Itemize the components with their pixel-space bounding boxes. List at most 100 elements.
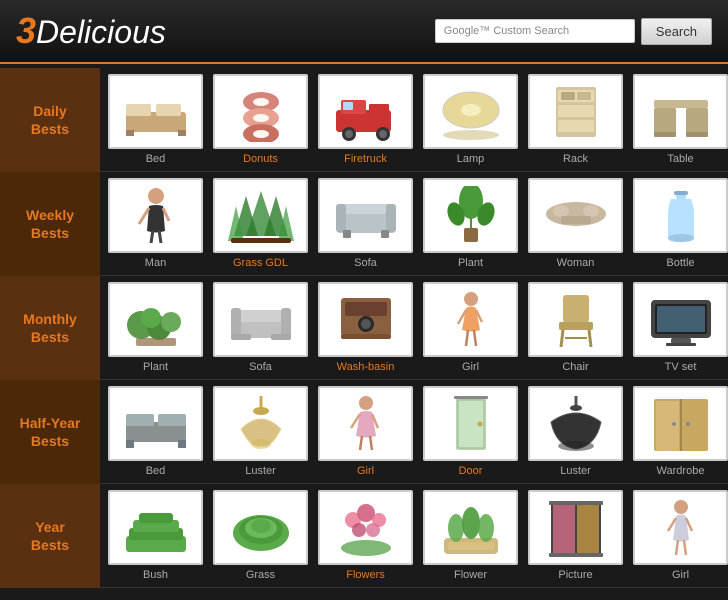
item-thumbnail xyxy=(108,178,203,253)
item-label: Wash-basin xyxy=(337,361,395,373)
item-thumbnail xyxy=(633,386,728,461)
logo-three: 3 xyxy=(16,10,36,51)
item-label: Grass GDL xyxy=(233,257,288,269)
list-item[interactable]: Grass xyxy=(209,490,312,581)
item-label: Grass xyxy=(246,569,275,581)
list-item[interactable]: Wardrobe xyxy=(629,386,728,477)
item-thumbnail xyxy=(108,74,203,149)
item-thumbnail xyxy=(633,178,728,253)
item-thumbnail xyxy=(423,282,518,357)
item-label: Bush xyxy=(143,569,168,581)
list-item[interactable]: Plant xyxy=(104,282,207,373)
item-label: Flower xyxy=(454,569,487,581)
item-thumbnail xyxy=(633,282,728,357)
item-label: Door xyxy=(459,465,483,477)
list-item[interactable]: Man xyxy=(104,178,207,269)
sidebar-item-monthly-bests[interactable]: MonthlyBests xyxy=(0,276,100,380)
list-item[interactable]: Sofa xyxy=(314,178,417,269)
item-thumbnail xyxy=(108,386,203,461)
sidebar-item-weekly-bests-label: WeeklyBests xyxy=(26,206,74,242)
list-item[interactable]: Door xyxy=(419,386,522,477)
item-thumbnail xyxy=(108,490,203,565)
item-label: Wardrobe xyxy=(657,465,705,477)
list-item[interactable]: Luster xyxy=(209,386,312,477)
list-item[interactable]: Wash-basin xyxy=(314,282,417,373)
list-item[interactable]: Girl xyxy=(629,490,728,581)
logo-text: Delicious xyxy=(36,14,166,50)
item-label: Luster xyxy=(560,465,591,477)
grid-row-weekly: Man Grass GDL xyxy=(100,172,728,276)
list-item[interactable]: Flower xyxy=(419,490,522,581)
item-thumbnail xyxy=(213,490,308,565)
list-item[interactable]: Bottle xyxy=(629,178,728,269)
list-item[interactable]: Grass GDL xyxy=(209,178,312,269)
list-item[interactable]: Girl xyxy=(314,386,417,477)
item-label: Man xyxy=(145,257,166,269)
search-input-wrapper: Google™ Custom Search xyxy=(435,19,635,43)
list-item[interactable]: Flowers xyxy=(314,490,417,581)
item-label: Bed xyxy=(146,465,166,477)
sidebar-item-daily-bests[interactable]: DailyBests xyxy=(0,68,100,172)
list-item[interactable]: Sofa xyxy=(209,282,312,373)
item-label: Sofa xyxy=(354,257,377,269)
item-thumbnail xyxy=(423,490,518,565)
item-label: Woman xyxy=(557,257,595,269)
item-thumbnail xyxy=(213,178,308,253)
item-label: Bottle xyxy=(666,257,694,269)
list-item[interactable]: Bed xyxy=(104,74,207,165)
list-item[interactable]: Girl xyxy=(419,282,522,373)
item-thumbnail xyxy=(213,282,308,357)
sidebar-item-weekly-bests[interactable]: WeeklyBests xyxy=(0,172,100,276)
item-label: Table xyxy=(667,153,693,165)
sidebar-item-halfyear-bests[interactable]: Half-YearBests xyxy=(0,380,100,484)
sidebar-item-year-bests[interactable]: YearBests xyxy=(0,484,100,588)
list-item[interactable]: Table xyxy=(629,74,728,165)
item-label: Plant xyxy=(143,361,168,373)
header: 3Delicious Google™ Custom Search Search xyxy=(0,0,728,64)
item-thumbnail xyxy=(318,282,413,357)
item-label: Firetruck xyxy=(344,153,387,165)
list-item[interactable]: TV set xyxy=(629,282,728,373)
item-thumbnail xyxy=(528,490,623,565)
item-thumbnail xyxy=(528,282,623,357)
list-item[interactable]: Luster xyxy=(524,386,627,477)
sidebar-item-year-bests-label: YearBests xyxy=(31,518,69,554)
item-label: TV set xyxy=(665,361,697,373)
item-label: Girl xyxy=(672,569,689,581)
sidebar-item-daily-bests-label: DailyBests xyxy=(31,102,69,138)
search-button[interactable]: Search xyxy=(641,18,712,45)
item-thumbnail xyxy=(318,178,413,253)
item-label: Chair xyxy=(562,361,588,373)
grid-row-daily: Bed Donuts xyxy=(100,68,728,172)
list-item[interactable]: Donuts xyxy=(209,74,312,165)
item-thumbnail xyxy=(318,74,413,149)
google-label: Google™ Custom Search xyxy=(444,25,569,37)
list-item[interactable]: Lamp xyxy=(419,74,522,165)
item-label: Luster xyxy=(245,465,276,477)
item-thumbnail xyxy=(528,386,623,461)
list-item[interactable]: Rack xyxy=(524,74,627,165)
list-item[interactable]: Picture xyxy=(524,490,627,581)
sidebar-item-monthly-bests-label: MonthlyBests xyxy=(23,310,77,346)
grid-row-year: Bush Grass xyxy=(100,484,728,588)
item-thumbnail xyxy=(108,282,203,357)
grid-row-halfyear: Bed Luster xyxy=(100,380,728,484)
item-label: Plant xyxy=(458,257,483,269)
list-item[interactable]: Bush xyxy=(104,490,207,581)
item-thumbnail xyxy=(423,74,518,149)
item-thumbnail xyxy=(528,178,623,253)
item-thumbnail xyxy=(318,490,413,565)
grid-row-monthly: Plant Sofa xyxy=(100,276,728,380)
list-item[interactable]: Chair xyxy=(524,282,627,373)
main-content: DailyBests WeeklyBests MonthlyBests Half… xyxy=(0,64,728,592)
list-item[interactable]: Firetruck xyxy=(314,74,417,165)
list-item[interactable]: Bed xyxy=(104,386,207,477)
list-item[interactable]: Plant xyxy=(419,178,522,269)
item-label: Girl xyxy=(357,465,374,477)
item-label: Rack xyxy=(563,153,588,165)
search-area: Google™ Custom Search Search xyxy=(435,18,712,45)
list-item[interactable]: Woman xyxy=(524,178,627,269)
item-label: Sofa xyxy=(249,361,272,373)
item-label: Picture xyxy=(558,569,592,581)
item-label: Lamp xyxy=(457,153,485,165)
